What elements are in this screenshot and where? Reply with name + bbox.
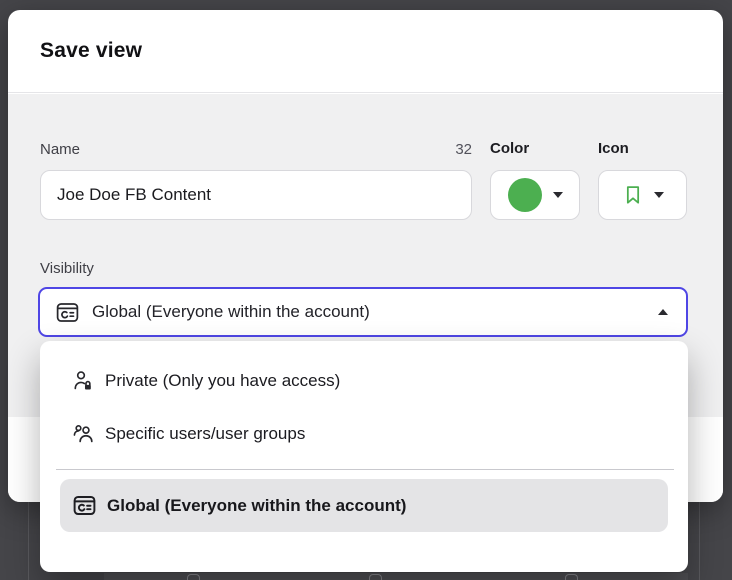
modal-header: Save view [8, 10, 723, 93]
name-char-count: 32 [455, 141, 472, 158]
icon-label: Icon [598, 140, 629, 157]
visibility-option-global-selected[interactable]: Global (Everyone within the account) [60, 479, 668, 532]
background-table-border [28, 502, 29, 580]
option-label: Global (Everyone within the account) [107, 496, 406, 516]
chevron-up-icon [658, 309, 668, 315]
visibility-select[interactable]: Global (Everyone within the account) [38, 287, 688, 337]
name-label: Name [40, 141, 80, 158]
modal-title: Save view [40, 39, 142, 63]
icon-picker-button[interactable] [598, 170, 687, 220]
option-label: Private (Only you have access) [105, 371, 340, 391]
color-swatch-icon [508, 178, 542, 212]
option-label: Specific users/user groups [105, 424, 305, 444]
visibility-selected-value: Global (Everyone within the account) [92, 302, 370, 322]
background-icon [565, 574, 578, 580]
chevron-down-icon [654, 192, 664, 198]
background-icon [369, 574, 382, 580]
user-lock-icon [72, 370, 94, 392]
global-window-icon [73, 494, 96, 517]
color-picker-button[interactable] [490, 170, 580, 220]
name-label-row: Name 32 [40, 141, 472, 158]
visibility-dropdown: Private (Only you have access) Specific … [40, 341, 688, 572]
bookmark-icon [622, 183, 644, 207]
visibility-option-specific-users[interactable]: Specific users/user groups [40, 407, 688, 460]
global-window-icon [56, 301, 79, 324]
user-group-icon [72, 423, 94, 445]
color-label: Color [490, 140, 529, 157]
dropdown-divider [56, 469, 674, 470]
visibility-option-private[interactable]: Private (Only you have access) [40, 354, 688, 407]
name-input[interactable] [40, 170, 472, 220]
background-icon [187, 574, 200, 580]
background-table-border [699, 502, 700, 580]
visibility-label: Visibility [40, 260, 94, 277]
page-backdrop: Save view Name 32 Color Icon [0, 0, 732, 580]
chevron-down-icon [553, 192, 563, 198]
